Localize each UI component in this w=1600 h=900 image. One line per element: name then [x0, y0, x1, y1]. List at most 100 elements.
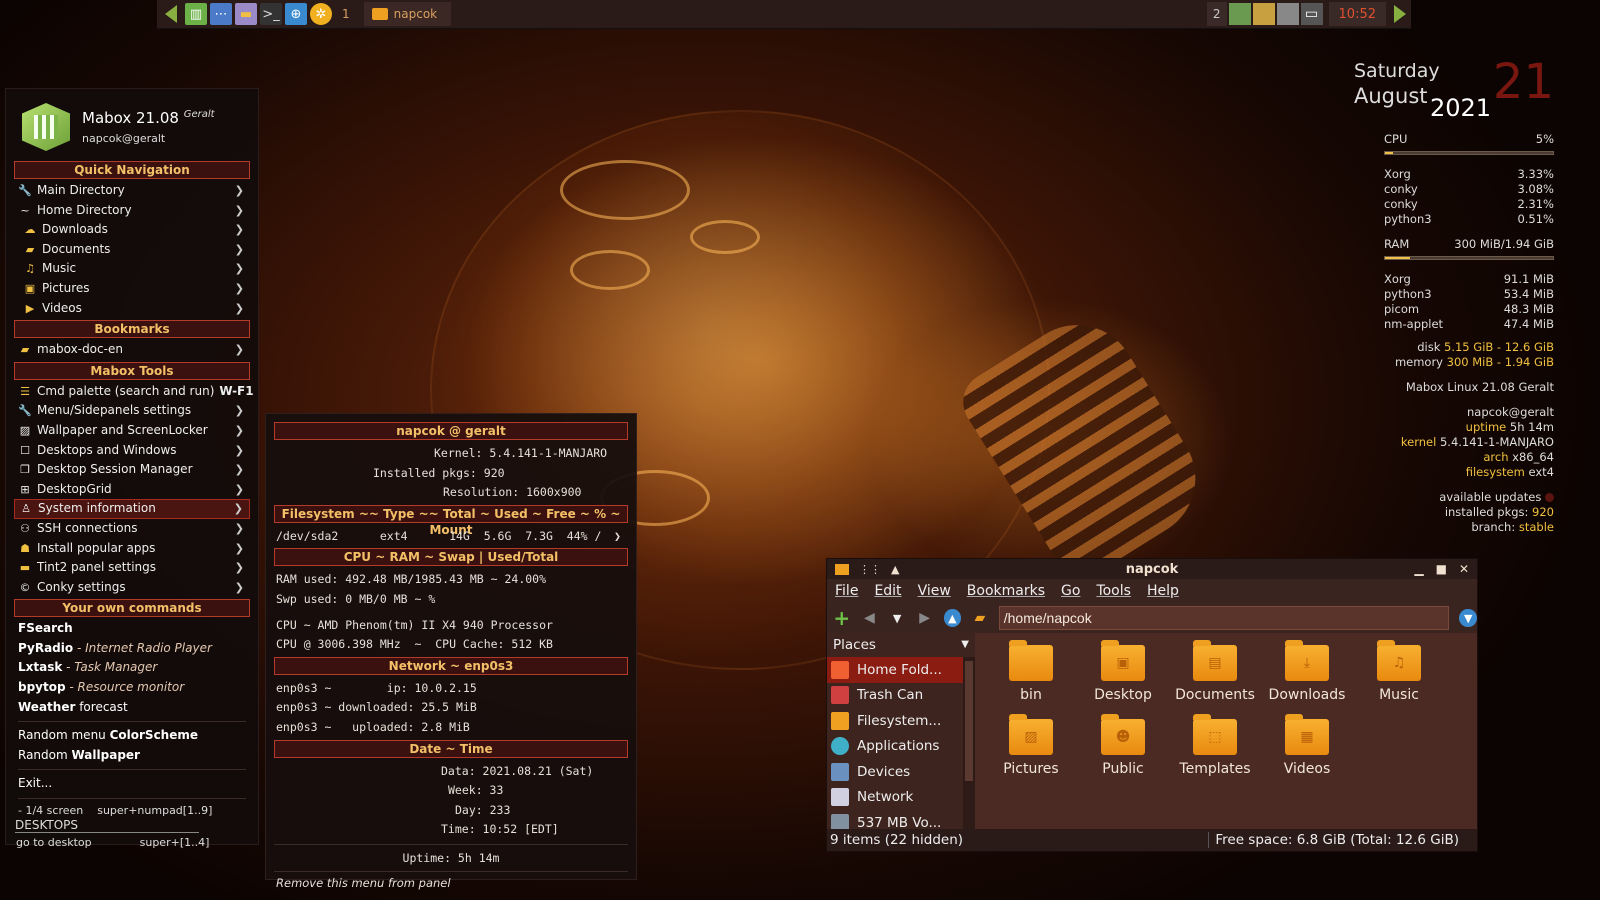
command-bpytop[interactable]: bpytop - Resource monitor [6, 678, 258, 698]
workspace-1-label[interactable]: 1 [342, 7, 350, 21]
menu-item-sidepanels[interactable]: 🔧 Menu/Sidepanels settings ❯ [6, 401, 258, 421]
history-dropdown-icon[interactable]: ▼ [888, 609, 906, 627]
folder-item-public[interactable]: ☻ Public [1077, 714, 1169, 793]
new-tab-plus-icon[interactable]: + [833, 606, 851, 630]
minimize-icon[interactable]: ▁ [1414, 562, 1423, 576]
sysinfo-kernel[interactable]: Kernel: 5.4.141-1-MANJARO [266, 444, 636, 464]
screen-lock-icon[interactable]: ▭ [1300, 3, 1323, 25]
sysinfo-uploaded[interactable]: enp0s3 ~ uploaded: 2.8 MiB [266, 718, 636, 738]
go-arrow-icon[interactable]: ▼ [1459, 609, 1477, 627]
menu-item-main-directory[interactable]: 🔧 Main Directory ❯ [6, 181, 258, 201]
remove-menu-from-panel[interactable]: Remove this menu from panel [266, 874, 636, 894]
menu-item-home-directory[interactable]: ~ Home Directory ❯ [6, 201, 258, 221]
menu-item-cmd-palette[interactable]: ☰ Cmd palette (search and run) W-F1 [6, 382, 258, 402]
menu-item-install-apps[interactable]: ☗ Install popular apps ❯ [6, 539, 258, 559]
dots-launcher-icon[interactable]: ⋯ [210, 3, 232, 25]
place-network[interactable]: Network [827, 785, 963, 811]
menu-item-documents[interactable]: ▰ Documents ❯ [6, 240, 258, 260]
sysinfo-fs-row[interactable]: /dev/sda2 ext4 14G 5.6G 7.3G 44% / ❯ [266, 527, 636, 547]
menu-item-pictures[interactable]: ▣ Pictures ❯ [6, 279, 258, 299]
home-folder-icon[interactable]: ▰ [971, 609, 989, 627]
places-header[interactable]: Places ▼ [827, 633, 975, 657]
place-filesystem[interactable]: Filesystem... [827, 708, 963, 734]
sysinfo-downloaded[interactable]: enp0s3 ~ downloaded: 25.5 MiB [266, 698, 636, 718]
pager-desktop-3[interactable] [1276, 3, 1299, 25]
place-home-folder[interactable]: Home Fold... [827, 657, 963, 683]
arrow-up-icon[interactable]: ▲ [891, 563, 899, 576]
sysinfo-ram[interactable]: RAM used: 492.48 MB/1985.43 MB ~ 24.00% [266, 570, 636, 590]
location-input[interactable] [998, 606, 1450, 630]
terminal-launcher-icon[interactable]: >_ [260, 3, 282, 25]
menu-item-downloads[interactable]: ☁ Downloads ❯ [6, 220, 258, 240]
browser-launcher-icon[interactable]: ⊕ [285, 3, 307, 25]
folder-item-documents[interactable]: ▤ Documents [1169, 640, 1261, 719]
sysinfo-day[interactable]: Day: 233 [266, 801, 636, 821]
place-trash[interactable]: Trash Can [827, 683, 963, 709]
command-random-colorscheme[interactable]: Random menu ColorScheme [6, 726, 258, 746]
sysinfo-time[interactable]: Time: 10:52 [EDT] [266, 820, 636, 840]
menu-item-videos[interactable]: ▶ Videos ❯ [6, 299, 258, 319]
menu-view[interactable]: View [918, 583, 951, 599]
settings-launcher-icon[interactable]: ✲ [310, 3, 332, 25]
files-launcher-icon[interactable]: ▬ [235, 3, 257, 25]
folder-item-templates[interactable]: ⬚ Templates [1169, 714, 1261, 793]
next-desktop-button[interactable] [1389, 3, 1411, 25]
places-scrollbar[interactable] [963, 657, 975, 829]
menu-item-wallpaper[interactable]: ▨ Wallpaper and ScreenLocker ❯ [6, 421, 258, 441]
sysinfo-cpu-model[interactable]: CPU ~ AMD Phenom(tm) II X4 940 Processor [266, 616, 636, 636]
pager-desktop-2[interactable] [1252, 3, 1275, 25]
sysinfo-week[interactable]: Week: 33 [266, 781, 636, 801]
parent-folder-icon[interactable]: ▲ [943, 609, 962, 627]
sysinfo-pkgs[interactable]: Installed pkgs: 920 [266, 464, 636, 484]
menu-item-system-information[interactable]: ♙ System information ❯ [14, 499, 250, 519]
menu-tools[interactable]: Tools [1096, 583, 1131, 599]
taskbar-item-napcok[interactable]: napcok [363, 2, 452, 26]
sysinfo-cpu-freq[interactable]: CPU @ 3006.398 MHz ~ CPU Cache: 512 KB [266, 635, 636, 655]
menu-edit[interactable]: Edit [874, 583, 901, 599]
folder-item-desktop[interactable]: ▣ Desktop [1077, 640, 1169, 719]
folder-item-downloads[interactable]: ⤓ Downloads [1261, 640, 1353, 719]
command-fsearch[interactable]: FSearch [6, 619, 258, 639]
folder-item-music[interactable]: ♫ Music [1353, 640, 1445, 719]
sysinfo-ip[interactable]: enp0s3 ~ ip: 10.0.2.15 [266, 679, 636, 699]
command-random-wallpaper[interactable]: Random Wallpaper [6, 746, 258, 766]
folder-item-videos[interactable]: ▦ Videos [1261, 714, 1353, 793]
forward-arrow-icon[interactable]: ▶ [916, 609, 934, 627]
command-lxtask[interactable]: Lxtask - Task Manager [6, 658, 258, 678]
command-weather[interactable]: Weather forecast [6, 698, 258, 718]
fm-toolbar: + ◀ ▼ ▶ ▲ ▰ ▼ [827, 603, 1477, 633]
menu-bookmarks[interactable]: Bookmarks [967, 583, 1045, 599]
sysinfo-swap[interactable]: Swp used: 0 MB/0 MB ~ % [266, 590, 636, 610]
menu-help[interactable]: Help [1147, 583, 1179, 599]
menu-item-ssh[interactable]: ⚇ SSH connections ❯ [6, 519, 258, 539]
menu-item-desktopgrid[interactable]: ⊞ DesktopGrid ❯ [6, 480, 258, 500]
sysinfo-date[interactable]: Data: 2021.08.21 (Sat) [266, 762, 636, 782]
pin-icon[interactable]: ⋮⋮ [859, 563, 881, 576]
place-devices[interactable]: Devices [827, 759, 963, 785]
menu-go[interactable]: Go [1061, 583, 1080, 599]
menu-file[interactable]: File [835, 583, 858, 599]
back-arrow-icon[interactable]: ◀ [861, 609, 879, 627]
command-pyradio[interactable]: PyRadio - Internet Radio Player [6, 639, 258, 659]
fm-titlebar[interactable]: ⋮⋮ ▲ napcok ▁ ■ ✕ [827, 559, 1477, 579]
prev-desktop-button[interactable] [160, 3, 182, 25]
command-exit[interactable]: Exit... [6, 774, 258, 794]
close-icon[interactable]: ✕ [1459, 562, 1469, 576]
sysinfo-resolution[interactable]: Resolution: 1600x900 [266, 483, 636, 503]
sysinfo-uptime[interactable]: Uptime: 5h 14m [266, 849, 636, 869]
pager-desktop-1[interactable] [1228, 3, 1251, 25]
maximize-icon[interactable]: ■ [1436, 562, 1447, 576]
place-applications[interactable]: Applications [827, 734, 963, 760]
menu-item-bookmark[interactable]: ▰ mabox-doc-en ❯ [6, 340, 258, 360]
menu-item-music[interactable]: ♫ Music ❯ [6, 259, 258, 279]
workspace-2-label[interactable]: 2 [1206, 2, 1227, 26]
menu-item-session-manager[interactable]: ❐ Desktop Session Manager ❯ [6, 460, 258, 480]
folder-item-bin[interactable]: bin [985, 640, 1077, 719]
folder-item-pictures[interactable]: ▨ Pictures [985, 714, 1077, 793]
menu-item-conky[interactable]: © Conky settings ❯ [6, 578, 258, 598]
menu-item-tint2[interactable]: ▬ Tint2 panel settings ❯ [6, 558, 258, 578]
menu-item-desktops-windows[interactable]: ☐ Desktops and Windows ❯ [6, 441, 258, 461]
ram-process-row: nm-applet 47.4 MiB [1384, 317, 1554, 331]
menu-launcher-icon[interactable]: ▥ [185, 3, 207, 25]
panel-clock[interactable]: 10:52 [1328, 2, 1386, 26]
